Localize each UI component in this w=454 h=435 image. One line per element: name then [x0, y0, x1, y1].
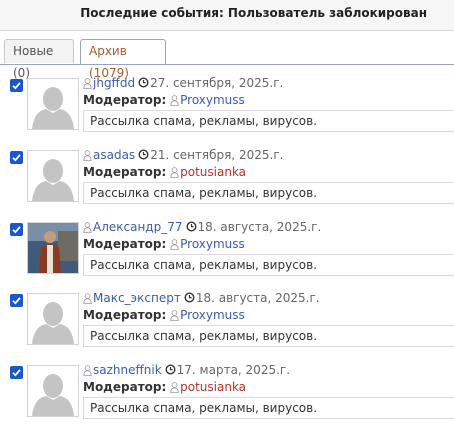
tab-new[interactable]: Новые (0) — [4, 39, 74, 80]
clock-icon — [138, 76, 149, 92]
ban-reason: Рассылка спама, рекламы, вирусов. — [83, 110, 454, 132]
ban-reason: Рассылка спама, рекламы, вирусов. — [83, 397, 454, 419]
username-link[interactable]: Макс_эксперт — [93, 291, 181, 305]
clock-icon — [165, 363, 176, 379]
tab-divider — [0, 64, 454, 65]
tab-archive[interactable]: Архив (1079) — [80, 39, 166, 80]
user-icon — [83, 149, 92, 165]
username-link[interactable]: jhgffdd — [93, 76, 135, 90]
page-title: Последние события: Пользователь заблокир… — [80, 6, 427, 20]
entry-header: Макс_эксперт 18. августа, 2025.г. — [83, 290, 320, 308]
moderator-label: Модератор: — [83, 380, 167, 394]
moderator-link[interactable]: Proxymuss — [180, 93, 245, 107]
select-checkbox[interactable] — [10, 294, 23, 307]
avatar[interactable] — [27, 150, 79, 202]
select-checkbox[interactable] — [10, 151, 23, 164]
ban-reason: Рассылка спама, рекламы, вирусов. — [83, 325, 454, 347]
moderator-label: Модератор: — [83, 308, 167, 322]
entry-date: 18. августа, 2025.г. — [195, 291, 320, 305]
user-icon — [83, 364, 92, 380]
ban-reason: Рассылка спама, рекламы, вирусов. — [83, 182, 454, 204]
entry-header: jhgffdd 27. сентября, 2025.г. — [83, 75, 283, 93]
user-icon — [83, 77, 92, 93]
moderator-label: Модератор: — [83, 165, 167, 179]
ban-reason: Рассылка спама, рекламы, вирусов. — [83, 254, 454, 276]
entry-header: Александр_77 18. августа, 2025.г. — [83, 219, 321, 237]
moderator-line: Модератор: Proxymuss — [83, 236, 245, 254]
moderator-line: Модератор: potusianka — [83, 379, 246, 397]
clock-icon — [184, 291, 195, 307]
moderator-link[interactable]: Proxymuss — [180, 308, 245, 322]
moderator-link[interactable]: potusianka — [180, 380, 246, 394]
list-item: asadas 21. сентября, 2025.г. Модератор: po… — [0, 147, 454, 211]
moderator-label: Модератор: — [83, 93, 167, 107]
moderator-line: Модератор: potusianka — [83, 164, 246, 182]
entry-header: asadas 21. сентября, 2025.г. — [83, 147, 283, 165]
moderator-link[interactable]: Proxymuss — [180, 237, 245, 251]
list-item: Александр_77 18. августа, 2025.г. Модерато… — [0, 219, 454, 283]
select-checkbox[interactable] — [10, 366, 23, 379]
user-icon — [170, 238, 179, 254]
entry-date: 27. сентября, 2025.г. — [150, 76, 284, 90]
list-item: jhgffdd 27. сентября, 2025.г. Модератор: P… — [0, 75, 454, 139]
username-link[interactable]: Александр_77 — [93, 220, 183, 234]
select-checkbox[interactable] — [10, 79, 23, 92]
avatar[interactable] — [27, 222, 79, 274]
entry-date: 17. марта, 2025.г. — [176, 363, 291, 377]
list-item: Макс_эксперт 18. августа, 2025.г. Модерато… — [0, 290, 454, 354]
clock-icon — [138, 148, 149, 164]
user-icon — [170, 309, 179, 325]
username-link[interactable]: asadas — [93, 148, 135, 162]
entry-date: 18. августа, 2025.г. — [197, 220, 322, 234]
moderator-link[interactable]: potusianka — [180, 165, 246, 179]
username-link[interactable]: sazhneffnik — [93, 363, 162, 377]
moderator-label: Модератор: — [83, 237, 167, 251]
entry-header: sazhneffnik 17. марта, 2025.г. — [83, 362, 290, 380]
list-item: sazhneffnik 17. марта, 2025.г. Модератор: … — [0, 362, 454, 426]
select-checkbox[interactable] — [10, 223, 23, 236]
user-icon — [83, 292, 92, 308]
page-header: Последние события: Пользователь заблокир… — [0, 0, 454, 31]
user-icon — [170, 94, 179, 110]
avatar[interactable] — [27, 78, 79, 130]
entry-date: 21. сентября, 2025.г. — [150, 148, 284, 162]
moderator-line: Модератор: Proxymuss — [83, 92, 245, 110]
user-icon — [170, 381, 179, 397]
user-icon — [83, 221, 92, 237]
avatar[interactable] — [27, 293, 79, 345]
avatar[interactable] — [27, 365, 79, 417]
moderator-line: Модератор: Proxymuss — [83, 307, 245, 325]
user-icon — [170, 166, 179, 182]
clock-icon — [185, 220, 197, 236]
